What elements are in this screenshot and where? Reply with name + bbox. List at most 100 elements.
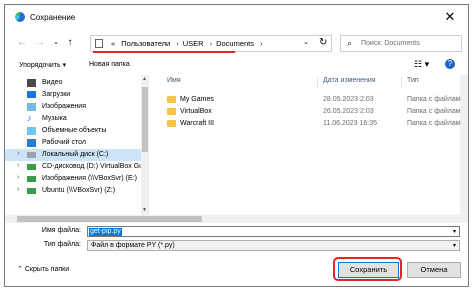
column-divider[interactable] — [401, 77, 402, 87]
close-icon[interactable]: ✕ — [442, 9, 458, 25]
sidebar-item-downloads[interactable]: Загрузки — [5, 89, 145, 101]
save-dialog: Сохранение ✕ ← → ⌄ ↑ « Пользователи › USER… — [4, 4, 469, 287]
view-options-icon[interactable]: ☷ ▾ — [414, 59, 429, 70]
file-row[interactable]: My Games 28.05.2023 2:03 Папка с файлами — [151, 94, 466, 106]
file-row[interactable]: Warcraft III 11.06.2023 16:35 Папка с фа… — [151, 118, 466, 130]
column-header-date[interactable]: Дата изменения — [323, 77, 376, 84]
chevron-right-icon[interactable]: › — [17, 162, 19, 169]
sidebar-item-label: Изображения (\\VBoxSvr) (E:) — [42, 174, 137, 182]
scrollbar-thumb[interactable] — [142, 87, 148, 152]
sidebar-item-label: Загрузки — [42, 90, 71, 98]
chevron-right-icon[interactable]: › — [17, 150, 19, 157]
desktop-icon — [27, 139, 36, 147]
sidebar-item-cd-drive-d[interactable]: › CD-дисковод (D:) VirtualBox Gu — [5, 161, 145, 173]
file-type: Папка с файлами — [407, 120, 465, 127]
sidebar-item-pictures[interactable]: Изображения — [5, 101, 145, 113]
breadcrumb-item[interactable]: Documents — [216, 39, 254, 48]
breadcrumb-separator[interactable]: › — [176, 39, 179, 48]
3d-objects-icon — [27, 127, 36, 135]
drive-icon — [27, 152, 36, 158]
file-row[interactable]: VirtualBox 26.05.2023 2:03 Папка с файла… — [151, 106, 466, 118]
sidebar-item-local-disk-c[interactable]: › Локальный диск (C:) — [5, 149, 145, 161]
chevron-down-icon[interactable]: ▾ — [453, 228, 456, 235]
folder-icon — [167, 96, 176, 103]
address-bar[interactable]: « Пользователи › USER › Documents › ⌄ ↻ — [90, 35, 332, 52]
cancel-button[interactable]: Отмена — [407, 262, 461, 278]
refresh-icon[interactable]: ↻ — [319, 37, 327, 48]
horizontal-scrollbar[interactable] — [5, 215, 460, 223]
scroll-down-icon[interactable]: ▼ — [142, 207, 147, 213]
save-button-highlight — [333, 257, 402, 281]
file-date: 26.05.2023 2:03 — [323, 108, 374, 115]
network-drive-icon — [27, 188, 36, 194]
sidebar-item-network-e[interactable]: › Изображения (\\VBoxSvr) (E:) — [5, 173, 145, 185]
help-icon[interactable]: ? — [445, 59, 455, 69]
address-row: ← → ⌄ ↑ « Пользователи › USER › Documents › ⌄… — [5, 33, 468, 55]
filetype-select[interactable]: Файл в формате PY (*.py) ▾ — [87, 240, 460, 251]
navigation-pane: Видео Загрузки Изображения ♪ Музыка Объе… — [5, 75, 150, 215]
sidebar-item-desktop[interactable]: Рабочий стол — [5, 137, 145, 149]
edge-icon — [15, 12, 25, 22]
forward-icon[interactable]: → — [33, 36, 47, 50]
column-header-name[interactable]: Имя — [167, 77, 181, 84]
file-list-scrollbar[interactable] — [460, 75, 468, 223]
file-name: VirtualBox — [180, 108, 212, 115]
hide-folders-toggle[interactable]: ⌃ Скрыть папки — [17, 265, 69, 273]
navigation-scrollbar[interactable]: ▲ ▼ — [141, 75, 149, 215]
file-date: 11.06.2023 16:35 — [323, 120, 377, 127]
filename-field[interactable]: get-pip.py ▾ — [87, 226, 460, 237]
save-fields: Имя файла: get-pip.py ▾ Тип файла: Файл … — [5, 223, 468, 255]
pictures-icon — [27, 103, 36, 111]
sidebar-item-label: Локальный диск (C:) — [42, 150, 109, 158]
filename-value[interactable]: get-pip.py — [89, 228, 122, 236]
column-divider[interactable] — [317, 77, 318, 87]
file-type: Папка с файлами — [407, 108, 465, 115]
breadcrumb-overflow[interactable]: « — [111, 39, 115, 48]
new-folder-button[interactable]: Новая папка — [89, 61, 130, 68]
video-icon — [27, 79, 36, 87]
cd-drive-icon — [27, 164, 36, 170]
breadcrumb-item[interactable]: USER — [183, 39, 204, 48]
breadcrumb-separator[interactable]: › — [210, 39, 213, 48]
downloads-icon — [27, 91, 36, 98]
chevron-right-icon[interactable]: › — [17, 174, 19, 181]
command-bar: Упорядочить ▾ Новая папка ☷ ▾ ? — [5, 57, 468, 75]
sidebar-item-network-z[interactable]: › Ubuntu (\\VBoxSvr) (Z:) — [5, 185, 145, 197]
chevron-up-icon: ⌃ — [17, 266, 23, 273]
filename-label: Имя файла: — [41, 227, 81, 234]
file-name: Warcraft III — [180, 120, 214, 127]
file-date: 28.05.2023 2:03 — [323, 96, 374, 103]
breadcrumb-separator[interactable]: › — [260, 39, 263, 48]
breadcrumb: « Пользователи › USER › Documents › — [111, 39, 267, 48]
search-icon: ⌕ — [347, 38, 353, 48]
recent-locations-icon[interactable]: ⌄ — [49, 36, 63, 50]
sidebar-item-label: Видео — [42, 78, 63, 86]
chevron-right-icon[interactable]: › — [17, 186, 19, 193]
sidebar-item-video[interactable]: Видео — [5, 77, 145, 89]
sidebar-item-label: Изображения — [42, 102, 86, 110]
address-dropdown-icon[interactable]: ⌄ — [303, 38, 309, 46]
up-icon[interactable]: ↑ — [63, 36, 77, 50]
column-header-type[interactable]: Тип — [407, 77, 419, 84]
back-icon[interactable]: ← — [15, 36, 29, 50]
scroll-up-icon[interactable]: ▲ — [142, 76, 147, 82]
sidebar-item-music[interactable]: ♪ Музыка — [5, 113, 145, 125]
breadcrumb-item[interactable]: Пользователи — [121, 39, 170, 48]
sidebar-item-label: Ubuntu (\\VBoxSvr) (Z:) — [42, 186, 116, 194]
filetype-value: Файл в формате PY (*.py) — [91, 242, 175, 249]
sidebar-item-label: CD-дисковод (D:) VirtualBox Gu — [42, 162, 144, 170]
scrollbar-thumb[interactable] — [17, 216, 202, 222]
search-box[interactable]: ⌕ Поиск: Documents — [340, 35, 462, 52]
folder-icon — [167, 120, 176, 127]
search-placeholder: Поиск: Documents — [361, 40, 420, 47]
network-drive-icon — [27, 176, 36, 182]
filetype-label: Тип файла: — [43, 241, 81, 248]
file-list: Имя Дата изменения Тип My Games 28.05.20… — [151, 75, 466, 215]
title-bar: Сохранение ✕ — [5, 5, 468, 30]
music-icon: ♪ — [27, 113, 32, 123]
dialog-title: Сохранение — [30, 13, 76, 22]
sidebar-item-3d-objects[interactable]: Объемные объекты — [5, 125, 145, 137]
chevron-down-icon[interactable]: ▾ — [453, 242, 456, 249]
folder-icon — [167, 108, 176, 115]
organize-menu[interactable]: Упорядочить ▾ — [19, 61, 66, 69]
